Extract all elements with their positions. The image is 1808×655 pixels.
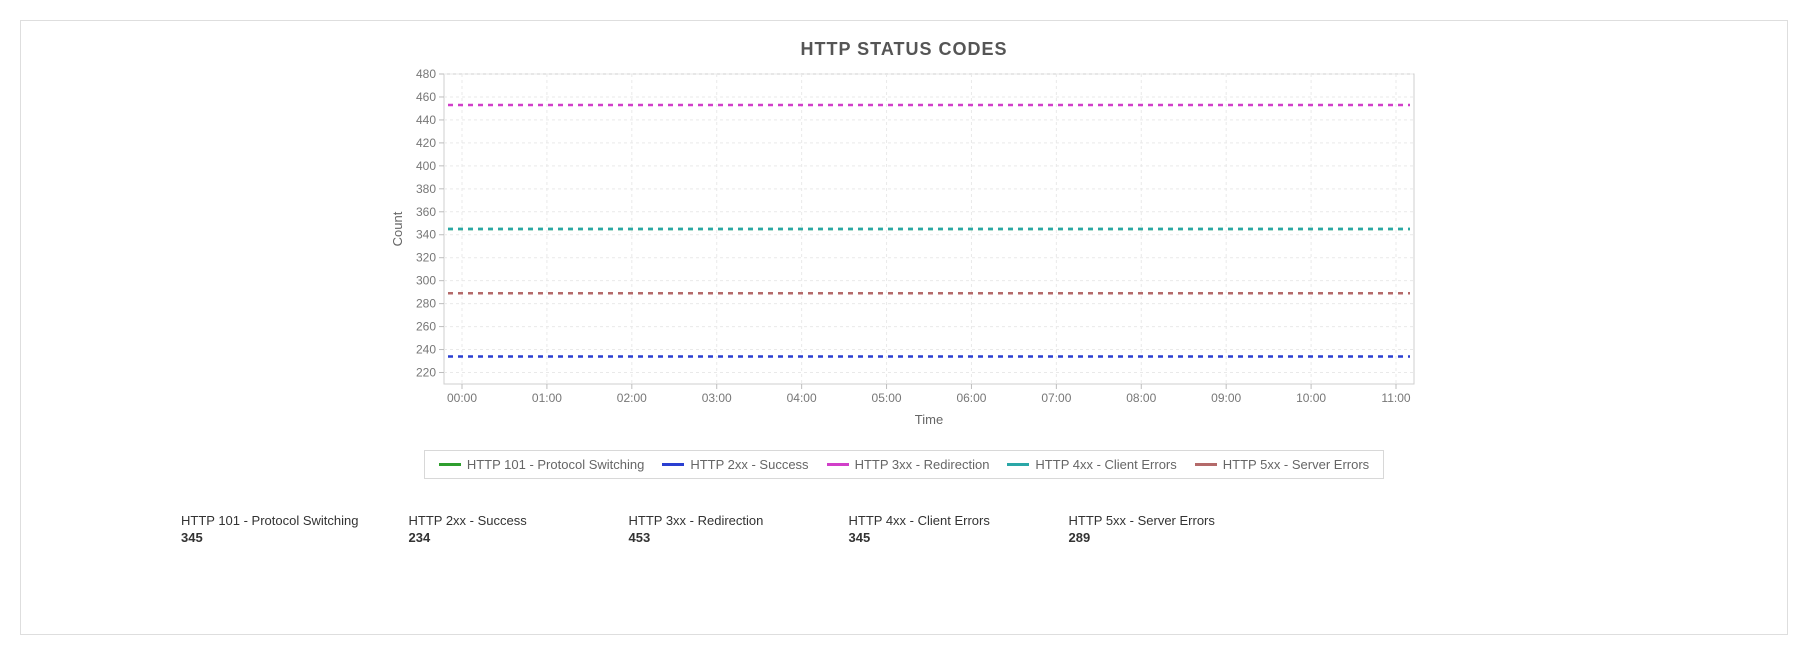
legend-color-swatch (1007, 463, 1029, 466)
x-tick-label: 02:00 (617, 391, 647, 405)
legend-label: HTTP 4xx - Client Errors (1035, 457, 1176, 472)
x-tick-label: 01:00 (532, 391, 562, 405)
summary-item: HTTP 3xx - Redirection 453 (629, 513, 799, 545)
x-tick-label: 00:00 (447, 391, 477, 405)
summary-value: 453 (629, 530, 799, 545)
summary-item: HTTP 2xx - Success 234 (409, 513, 579, 545)
summary-item: HTTP 101 - Protocol Switching 345 (181, 513, 359, 545)
y-tick-label: 340 (416, 228, 436, 242)
http-status-codes-panel: HTTP STATUS CODES 220 240 260 280 300 320 340 3… (20, 20, 1788, 635)
x-axis-label: Time (915, 412, 943, 427)
y-tick-label: 360 (416, 205, 436, 219)
y-tick-label: 480 (416, 67, 436, 81)
summary-label: HTTP 101 - Protocol Switching (181, 513, 359, 528)
y-tick-label: 280 (416, 297, 436, 311)
y-tick-label: 320 (416, 251, 436, 265)
x-tick-label: 11:00 (1381, 391, 1410, 405)
x-tick-label: 08:00 (1126, 391, 1156, 405)
x-tick-label: 03:00 (702, 391, 732, 405)
summary-label: HTTP 2xx - Success (409, 513, 579, 528)
legend-item[interactable]: HTTP 101 - Protocol Switching (439, 457, 645, 472)
chart-title: HTTP STATUS CODES (31, 39, 1777, 60)
legend-color-swatch (827, 463, 849, 466)
chart-svg: 220 240 260 280 300 320 340 360 380 400 420 440 460 4… (384, 64, 1424, 444)
legend-label: HTTP 5xx - Server Errors (1223, 457, 1369, 472)
y-tick-label: 380 (416, 182, 436, 196)
y-tick-label: 440 (416, 113, 436, 127)
legend-label: HTTP 3xx - Redirection (855, 457, 990, 472)
summary-item: HTTP 5xx - Server Errors 289 (1069, 513, 1239, 545)
summary-value: 289 (1069, 530, 1239, 545)
x-tick-label: 07:00 (1041, 391, 1071, 405)
y-tick-label: 400 (416, 159, 436, 173)
legend-color-swatch (439, 463, 461, 466)
legend-label: HTTP 2xx - Success (690, 457, 808, 472)
summary-row: HTTP 101 - Protocol Switching 345 HTTP 2xx… (31, 513, 1777, 545)
y-tick-label: 300 (416, 274, 436, 288)
summary-value: 345 (849, 530, 1019, 545)
legend-item[interactable]: HTTP 5xx - Server Errors (1195, 457, 1369, 472)
y-axis-label: Count (390, 211, 405, 246)
x-tick-label: 06:00 (956, 391, 986, 405)
x-tick-label: 10:00 (1296, 391, 1326, 405)
summary-label: HTTP 3xx - Redirection (629, 513, 799, 528)
legend-item[interactable]: HTTP 2xx - Success (662, 457, 808, 472)
y-tick-label: 420 (416, 136, 436, 150)
y-tick-label: 460 (416, 90, 436, 104)
y-tick-label: 240 (416, 343, 436, 357)
chart: 220 240 260 280 300 320 340 360 380 400 420 440 460 4… (384, 64, 1424, 479)
legend-color-swatch (1195, 463, 1217, 466)
y-tick-label: 260 (416, 320, 436, 334)
summary-value: 234 (409, 530, 579, 545)
x-tick-label: 04:00 (787, 391, 817, 405)
summary-label: HTTP 4xx - Client Errors (849, 513, 1019, 528)
legend-item[interactable]: HTTP 4xx - Client Errors (1007, 457, 1176, 472)
summary-label: HTTP 5xx - Server Errors (1069, 513, 1239, 528)
legend-color-swatch (662, 463, 684, 466)
y-tick-label: 220 (416, 366, 436, 380)
chart-legend: HTTP 101 - Protocol Switching HTTP 2xx - … (424, 450, 1384, 479)
x-tick-label: 05:00 (872, 391, 902, 405)
legend-label: HTTP 101 - Protocol Switching (467, 457, 645, 472)
x-tick-label: 09:00 (1211, 391, 1241, 405)
legend-item[interactable]: HTTP 3xx - Redirection (827, 457, 990, 472)
summary-item: HTTP 4xx - Client Errors 345 (849, 513, 1019, 545)
summary-value: 345 (181, 530, 359, 545)
